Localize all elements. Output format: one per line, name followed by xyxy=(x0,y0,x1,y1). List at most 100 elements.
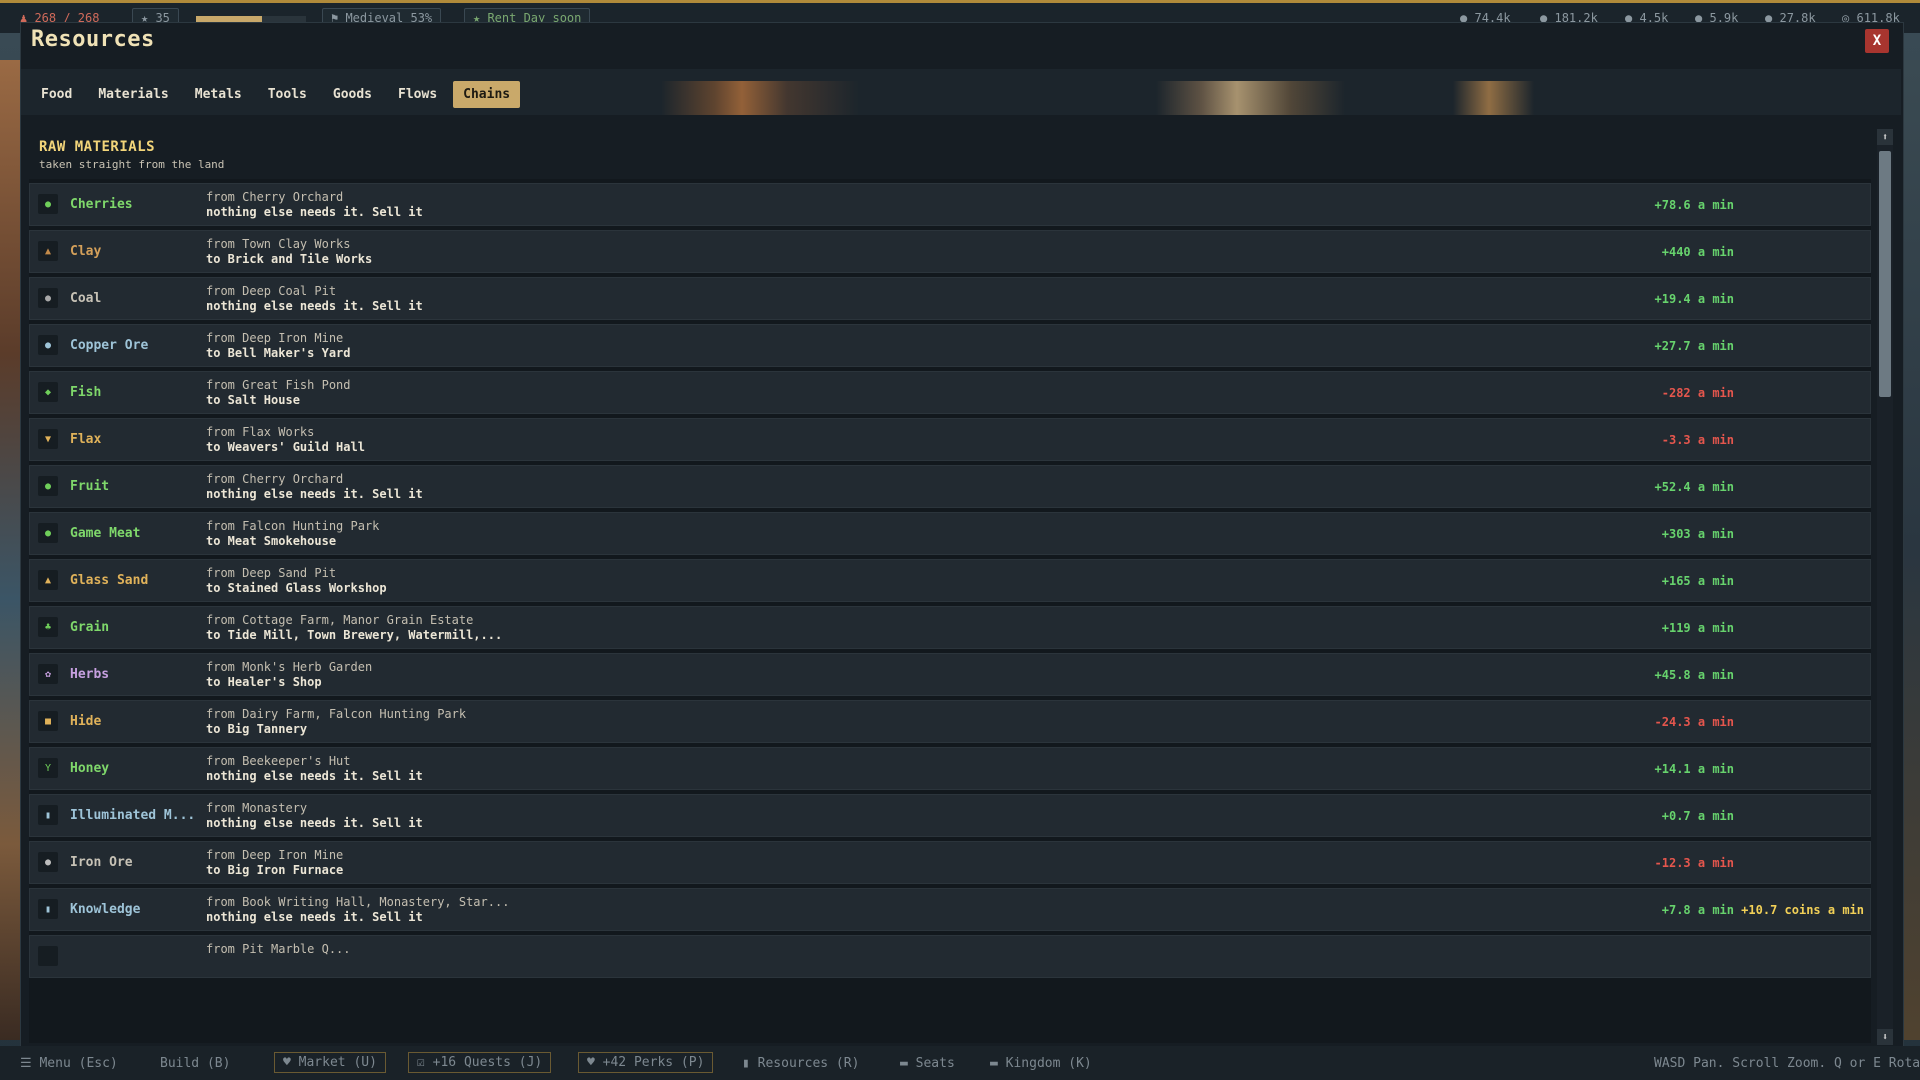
menu-button[interactable]: ☰ Menu (Esc) xyxy=(20,1056,118,1071)
resource-source: from Dairy Farm, Falcon Hunting Park xyxy=(206,707,467,721)
resource-row[interactable]: ● Cherries from Cherry Orchard nothing else… xyxy=(29,183,1871,226)
coin-rate: +10.7 coins a min xyxy=(1741,903,1864,917)
resource-list[interactable]: RAW MATERIALS taken straight from the la… xyxy=(29,125,1871,1043)
resource-source: from Cottage Farm, Manor Grain Estate xyxy=(206,613,474,627)
resource-name: Coal xyxy=(70,291,102,306)
resource-rate: +303 a min xyxy=(1661,527,1734,541)
iron-ore-icon: ● xyxy=(38,852,58,872)
resource-row[interactable]: ◆ Fish from Great Fish Pond to Salt House -2… xyxy=(29,371,1871,414)
tab-materials[interactable]: Materials xyxy=(88,81,178,108)
resource-row[interactable]: ▮ Knowledge from Book Writing Hall, Monast… xyxy=(29,888,1871,931)
resource-source: from Pit Marble Q... xyxy=(206,942,351,956)
resource-row[interactable]: from Pit Marble Q... xyxy=(29,935,1871,978)
section-header: RAW MATERIALS taken straight from the la… xyxy=(29,125,1871,179)
build-button[interactable]: Build (B) xyxy=(160,1056,230,1071)
resource-destination: to Big Iron Furnace xyxy=(206,863,344,877)
resource-row[interactable]: ■ Hide from Dairy Farm, Falcon Hunting Par… xyxy=(29,700,1871,743)
sand-icon: ▲ xyxy=(38,570,58,590)
seats-button[interactable]: ▬ Seats xyxy=(900,1056,955,1071)
tab-chains[interactable]: Chains xyxy=(453,81,521,108)
resource-destination: to Big Tannery xyxy=(206,722,308,736)
controls-hint: WASD Pan. Scroll Zoom. Q or E Rotate xyxy=(1654,1056,1920,1071)
resource-row[interactable]: ● Coal from Deep Coal Pit nothing else need… xyxy=(29,277,1871,320)
close-button[interactable]: X xyxy=(1865,29,1889,53)
tab-metals[interactable]: Metals xyxy=(185,81,252,108)
meat-icon: ● xyxy=(38,523,58,543)
resource-name: Clay xyxy=(70,244,102,259)
resource-source: from Flax Works xyxy=(206,425,315,439)
resource-rate: +0.7 a min xyxy=(1661,809,1734,823)
resource-name: Hide xyxy=(70,714,102,729)
resource-name: Flax xyxy=(70,432,102,447)
book-icon: ▮ xyxy=(38,805,58,825)
resource-row[interactable]: Y Honey from Beekeeper's Hut nothing else n… xyxy=(29,747,1871,790)
resource-source: from Monastery xyxy=(206,801,308,815)
resource-row[interactable]: ● Iron Ore from Deep Iron Mine to Big Iron … xyxy=(29,841,1871,884)
resource-rate: -12.3 a min xyxy=(1654,856,1734,870)
resource-name: Honey xyxy=(70,761,110,776)
resource-row[interactable]: ▼ Flax from Flax Works to Weavers' Guild Ha… xyxy=(29,418,1871,461)
resource-destination: to Brick and Tile Works xyxy=(206,252,373,266)
scroll-down-button[interactable]: ⬇ xyxy=(1877,1029,1893,1045)
kingdom-button[interactable]: ▬ Kingdom (K) xyxy=(990,1056,1092,1071)
resource-source: from Great Fish Pond xyxy=(206,378,351,392)
ore-icon: ● xyxy=(38,335,58,355)
quests-button[interactable]: ☑ +16 Quests (J) xyxy=(408,1052,552,1073)
resource-row[interactable]: ▲ Glass Sand from Deep Sand Pit to Stained … xyxy=(29,559,1871,602)
resource-row[interactable]: ♣ Grain from Cottage Farm, Manor Grain Est… xyxy=(29,606,1871,649)
coal-icon: ● xyxy=(38,288,58,308)
section-subtitle: taken straight from the land xyxy=(39,158,225,171)
resource-name: Iron Ore xyxy=(70,855,133,870)
market-button[interactable]: ♥ Market (U) xyxy=(274,1052,386,1073)
resource-name: Grain xyxy=(70,620,110,635)
resource-rate: +78.6 a min xyxy=(1654,198,1734,212)
tab-food[interactable]: Food xyxy=(31,81,82,108)
knowledge-icon: ▮ xyxy=(38,899,58,919)
resource-rate: -24.3 a min xyxy=(1654,715,1734,729)
flax-icon: ▼ xyxy=(38,429,58,449)
resource-row[interactable]: ▲ Clay from Town Clay Works to Brick and Ti… xyxy=(29,230,1871,273)
resource-destination: to Healer's Shop xyxy=(206,675,322,689)
resource-row[interactable]: ▮ Illuminated M... from Monastery nothing e… xyxy=(29,794,1871,837)
resource-source: from Falcon Hunting Park xyxy=(206,519,380,533)
resource-destination: nothing else needs it. Sell it xyxy=(206,299,423,313)
resource-rate: +19.4 a min xyxy=(1654,292,1734,306)
resource-rate: +45.8 a min xyxy=(1654,668,1734,682)
resource-destination: to Weavers' Guild Hall xyxy=(206,440,365,454)
resource-source: from Monk's Herb Garden xyxy=(206,660,373,674)
resource-row[interactable]: ✿ Herbs from Monk's Herb Garden to Healer's… xyxy=(29,653,1871,696)
tab-tools[interactable]: Tools xyxy=(258,81,317,108)
resources-panel: Resources X Food Materials Metals Tools Good… xyxy=(20,22,1904,1048)
resource-name: Fish xyxy=(70,385,102,400)
resource-name: Fruit xyxy=(70,479,110,494)
resource-row[interactable]: ● Fruit from Cherry Orchard nothing else ne… xyxy=(29,465,1871,508)
clay-icon: ▲ xyxy=(38,241,58,261)
resource-source: from Town Clay Works xyxy=(206,237,351,251)
resource-destination: to Tide Mill, Town Brewery, Watermill,..… xyxy=(206,628,503,642)
herb-icon: ✿ xyxy=(38,664,58,684)
resource-destination: nothing else needs it. Sell it xyxy=(206,769,423,783)
resource-row[interactable]: ● Copper Ore from Deep Iron Mine to Bell Ma… xyxy=(29,324,1871,367)
tab-flows[interactable]: Flows xyxy=(388,81,447,108)
resource-name: Herbs xyxy=(70,667,110,682)
resource-rate: +52.4 a min xyxy=(1654,480,1734,494)
marble-icon xyxy=(38,946,58,966)
resource-destination: to Bell Maker's Yard xyxy=(206,346,351,360)
resource-row[interactable]: ● Game Meat from Falcon Hunting Park to Mea… xyxy=(29,512,1871,555)
resource-destination: nothing else needs it. Sell it xyxy=(206,910,423,924)
scrollbar[interactable]: ⬆ ⬇ xyxy=(1877,129,1893,1045)
scroll-up-button[interactable]: ⬆ xyxy=(1877,129,1893,145)
fruit-icon: ● xyxy=(38,476,58,496)
bottom-bar: ☰ Menu (Esc) Build (B) ♥ Market (U) ☑ +1… xyxy=(0,1046,1920,1080)
tabs: Food Materials Metals Tools Goods Flows Chains xyxy=(31,81,521,108)
resource-destination: nothing else needs it. Sell it xyxy=(206,205,423,219)
section-title: RAW MATERIALS xyxy=(39,139,156,155)
resources-button[interactable]: ▮ Resources (R) xyxy=(742,1056,859,1071)
scroll-thumb[interactable] xyxy=(1879,151,1891,397)
resource-destination: nothing else needs it. Sell it xyxy=(206,487,423,501)
perks-button[interactable]: ♥ +42 Perks (P) xyxy=(578,1052,714,1073)
tab-goods[interactable]: Goods xyxy=(323,81,382,108)
town-banner-image xyxy=(661,81,1561,115)
apple-icon: ● xyxy=(38,194,58,214)
resource-rate: +119 a min xyxy=(1661,621,1734,635)
